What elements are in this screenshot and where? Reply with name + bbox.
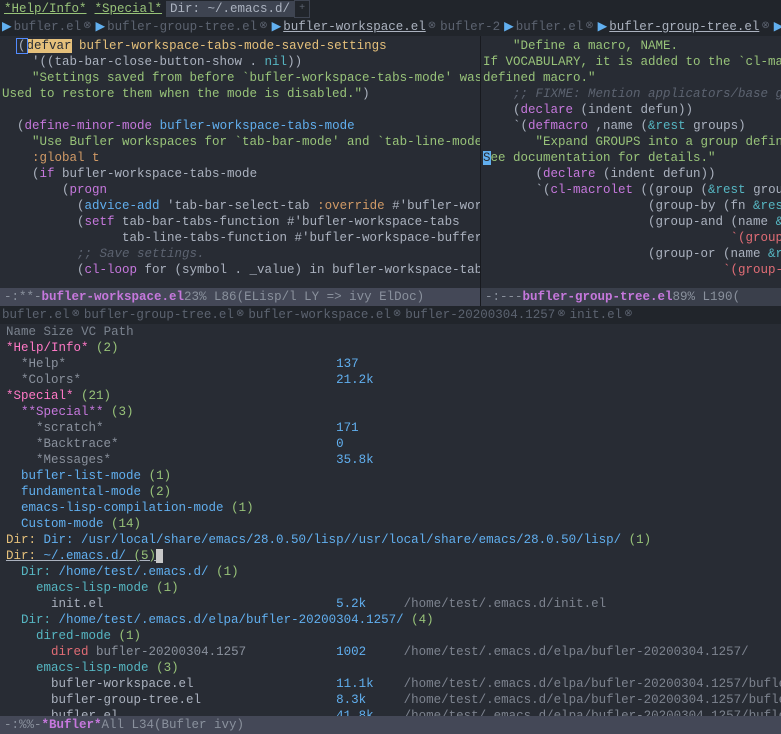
file-tab-workspace[interactable]: ▶bufler-workspace.el⊗	[270, 19, 439, 35]
file-tab-group-tree[interactable]: ▶bufler-group-tree.el⊗	[94, 19, 270, 35]
list-item[interactable]: bufler-group-tree.el 8.3k /home/test/.em…	[6, 692, 775, 708]
close-icon[interactable]: ⊗	[428, 19, 436, 35]
modeline-mode: (	[733, 289, 741, 305]
bufler-tab-4[interactable]: bufler-20200304.1257⊗	[403, 307, 567, 323]
group-elisp-mode-2[interactable]: emacs-lisp-mode (3)	[6, 660, 775, 676]
modeline-position: All L34	[102, 717, 155, 733]
left-code-pane[interactable]: (defvar bufler-workspace-tabs-mode-saved…	[0, 36, 480, 288]
file-tab-bufler2[interactable]: bufler-20200304.1257bufler-2	[438, 19, 502, 35]
group-dir-usr-local[interactable]: Dir: Dir: /usr/local/share/emacs/28.0.50…	[6, 532, 775, 548]
bufler-tab-bar: bufler.el⊗ bufler-group-tree.el⊗ bufler-…	[0, 306, 781, 324]
cursor	[156, 549, 163, 563]
file-tab-bufler-r1[interactable]: ▶bufler.el⊗	[502, 19, 596, 35]
group-special-sub[interactable]: **Special** (3)	[6, 404, 775, 420]
file-tab-bar-top: ▶bufler.el⊗ ▶bufler-group-tree.el⊗ ▶bufl…	[0, 18, 781, 36]
group-custom[interactable]: Custom-mode (14)	[6, 516, 775, 532]
group-bufler-list[interactable]: bufler-list-mode (1)	[6, 468, 775, 484]
file-tab-bufler[interactable]: ▶bufler.el⊗	[0, 19, 94, 35]
modeline-row: -:**- bufler-workspace.el 23% L86 (ELisp…	[0, 288, 781, 306]
bufler-tab-5[interactable]: init.el⊗	[568, 307, 635, 323]
close-icon[interactable]: ⊗	[72, 307, 80, 323]
modeline-left[interactable]: -:**- bufler-workspace.el 23% L86 (ELisp…	[0, 288, 480, 306]
tab-help-info[interactable]: *Help/Info*	[0, 1, 91, 17]
modeline-position: 89% L190	[673, 289, 733, 305]
close-icon[interactable]: ⊗	[393, 307, 401, 323]
group-elisp-mode-1[interactable]: emacs-lisp-mode (1)	[6, 580, 775, 596]
bufler-panel[interactable]: Name Size VC Path *Help/Info* (2) *Help*…	[0, 324, 781, 724]
bufler-header: Name Size VC Path	[6, 324, 775, 340]
close-icon[interactable]: ⊗	[761, 19, 769, 35]
group-elisp-comp[interactable]: emacs-lisp-compilation-mode (1)	[6, 500, 775, 516]
bufler-tab-2[interactable]: bufler-group-tree.el⊗	[82, 307, 246, 323]
bufler-tab-1[interactable]: bufler.el⊗	[0, 307, 82, 323]
code-panes: (defvar bufler-workspace-tabs-mode-saved…	[0, 36, 781, 288]
modeline-file: bufler-workspace.el	[42, 289, 185, 305]
bufler-tab-3[interactable]: bufler-workspace.el⊗	[246, 307, 403, 323]
group-help-info[interactable]: *Help/Info* (2)	[6, 340, 775, 356]
group-dir-emacsd[interactable]: Dir: ~/.emacs.d/ (5)Dir: ~/.emacs.d/	[6, 548, 775, 564]
right-code-pane[interactable]: "Define a macro, NAME. If VOCABULARY, it…	[480, 36, 781, 288]
close-icon[interactable]: ⊗	[83, 19, 91, 35]
group-dired-mode[interactable]: dired-mode (1)	[6, 628, 775, 644]
list-item[interactable]: *scratch* 171	[6, 420, 775, 436]
list-item[interactable]: *Colors* 21.2k	[6, 372, 775, 388]
modeline-file: bufler-group-tree.el	[523, 289, 673, 305]
modeline-file: *Bufler*	[42, 717, 102, 733]
list-item[interactable]: init.el 5.2k /home/test/.emacs.d/init.el	[6, 596, 775, 612]
list-item[interactable]: dired bufler-20200304.1257 1002 /home/te…	[6, 644, 775, 660]
bottom-modeline[interactable]: -:%%- *Bufler* All L34 (Bufler ivy)	[0, 716, 781, 734]
group-fundamental[interactable]: fundamental-mode (2)	[6, 484, 775, 500]
modeline-position: 23% L86	[184, 289, 237, 305]
list-item[interactable]: *Backtrace* 0	[6, 436, 775, 452]
close-icon[interactable]: ⊗	[624, 307, 632, 323]
file-tab-bufle-r[interactable]: ▶bufle	[772, 19, 781, 35]
tab-add-button[interactable]: +	[294, 0, 310, 18]
tab-special[interactable]: *Special*	[91, 1, 167, 17]
close-icon[interactable]: ⊗	[236, 307, 244, 323]
file-tab-group-tree-r[interactable]: ▶bufler-group-tree.el⊗	[596, 19, 772, 35]
close-icon[interactable]: ⊗	[259, 19, 267, 35]
list-item[interactable]: *Help* 137	[6, 356, 775, 372]
modeline-right[interactable]: -:--- bufler-group-tree.el 89% L190 (	[480, 288, 781, 306]
modeline-mode: (Bufler ivy)	[154, 717, 244, 733]
group-special[interactable]: *Special* (21)	[6, 388, 775, 404]
top-tab-bar: *Help/Info* *Special* Dir: ~/.emacs.d/ +	[0, 0, 781, 18]
close-icon[interactable]: ⊗	[585, 19, 593, 35]
list-item[interactable]: bufler-workspace.el 11.1k /home/test/.em…	[6, 676, 775, 692]
list-item[interactable]: *Messages* 35.8k	[6, 452, 775, 468]
tab-dir-emacsd[interactable]: Dir: ~/.emacs.d/	[166, 1, 294, 17]
close-icon[interactable]: ⊗	[557, 307, 565, 323]
modeline-mode: (ELisp/l LY => ivy ElDoc)	[237, 289, 425, 305]
group-dir-home-test[interactable]: Dir: /home/test/.emacs.d/ (1)Dir: /home/…	[6, 564, 775, 580]
continuation-mark: S	[483, 151, 491, 165]
group-dir-elpa[interactable]: Dir: /home/test/.emacs.d/elpa/bufler-202…	[6, 612, 775, 628]
